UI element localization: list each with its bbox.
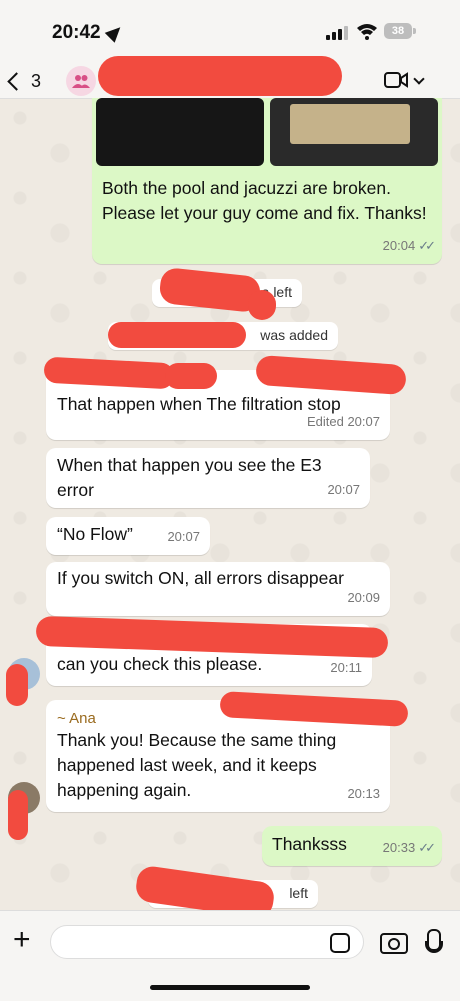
redacted-name bbox=[108, 322, 246, 348]
outgoing-message[interactable]: Thanksss 20:33 ✓✓ bbox=[262, 826, 442, 866]
cellular-signal-icon bbox=[326, 24, 348, 40]
chat-header: 3 bbox=[0, 56, 460, 99]
battery-tip bbox=[413, 28, 416, 34]
attached-photo[interactable] bbox=[270, 98, 438, 166]
incoming-message[interactable]: “No Flow” 20:07 bbox=[46, 517, 210, 555]
sticker-icon[interactable] bbox=[330, 933, 350, 953]
redacted-group-name[interactable] bbox=[98, 56, 342, 96]
message-text: Thank you! Because the same thing happen… bbox=[57, 730, 337, 800]
status-time: 20:42 bbox=[52, 22, 101, 43]
message-time: 20:07 bbox=[167, 529, 200, 544]
status-bar: 20:42 38 bbox=[0, 0, 460, 64]
redacted-name bbox=[248, 290, 276, 320]
message-time: 20:13 bbox=[347, 786, 380, 801]
message-time: 20:07 bbox=[327, 482, 360, 497]
outgoing-message[interactable]: Both the pool and jacuzzi are broken. Pl… bbox=[92, 98, 442, 264]
read-ticks-icon: ✓✓ bbox=[418, 238, 436, 253]
message-text: If you switch ON, all errors disappear bbox=[57, 568, 344, 588]
system-text: was added bbox=[260, 327, 328, 343]
message-time: 20:33 bbox=[382, 840, 416, 855]
redacted-sender bbox=[165, 363, 217, 389]
attached-photo[interactable] bbox=[96, 98, 264, 166]
message-time: 20:04 bbox=[382, 238, 416, 253]
battery-indicator: 38 bbox=[384, 23, 412, 39]
message-meta: 20:04 ✓✓ bbox=[382, 233, 436, 258]
message-text: Both the pool and jacuzzi are broken. Pl… bbox=[102, 178, 427, 223]
chevron-down-icon[interactable] bbox=[413, 73, 425, 85]
incoming-message[interactable]: When that happen you see the E3 error 20… bbox=[46, 448, 370, 508]
redacted-avatar bbox=[8, 790, 28, 840]
message-text: Thanksss bbox=[272, 834, 347, 854]
camera-icon[interactable] bbox=[380, 933, 408, 954]
message-text: When that happen you see the E3 error bbox=[57, 455, 322, 500]
back-button[interactable]: 3 bbox=[7, 64, 42, 98]
home-indicator bbox=[150, 985, 310, 990]
video-call-icon[interactable] bbox=[384, 71, 408, 89]
caution-sign-image bbox=[290, 104, 410, 144]
message-time: 20:09 bbox=[347, 590, 380, 605]
chevron-left-icon bbox=[7, 71, 26, 91]
message-time: 20:11 bbox=[330, 660, 362, 675]
message-text: That happen when The filtration stop bbox=[57, 394, 341, 414]
message-time: Edited 20:07 bbox=[306, 414, 380, 429]
microphone-stand bbox=[425, 941, 443, 953]
group-icon bbox=[72, 75, 90, 88]
wifi-icon bbox=[357, 24, 377, 40]
message-text: “No Flow” bbox=[57, 524, 133, 544]
message-text: can you check this please. bbox=[57, 654, 263, 674]
incoming-message[interactable]: If you switch ON, all errors disappear 2… bbox=[46, 562, 390, 616]
unread-count: 3 bbox=[31, 70, 42, 91]
redacted-avatar bbox=[6, 664, 28, 706]
location-arrow-icon bbox=[104, 22, 126, 43]
read-ticks-icon: ✓✓ bbox=[418, 840, 436, 855]
message-meta: 20:33 ✓✓ bbox=[382, 835, 436, 860]
system-text: left bbox=[289, 885, 308, 901]
message-input[interactable] bbox=[50, 925, 364, 959]
group-avatar[interactable] bbox=[66, 66, 96, 96]
plus-icon[interactable]: + bbox=[13, 925, 31, 955]
